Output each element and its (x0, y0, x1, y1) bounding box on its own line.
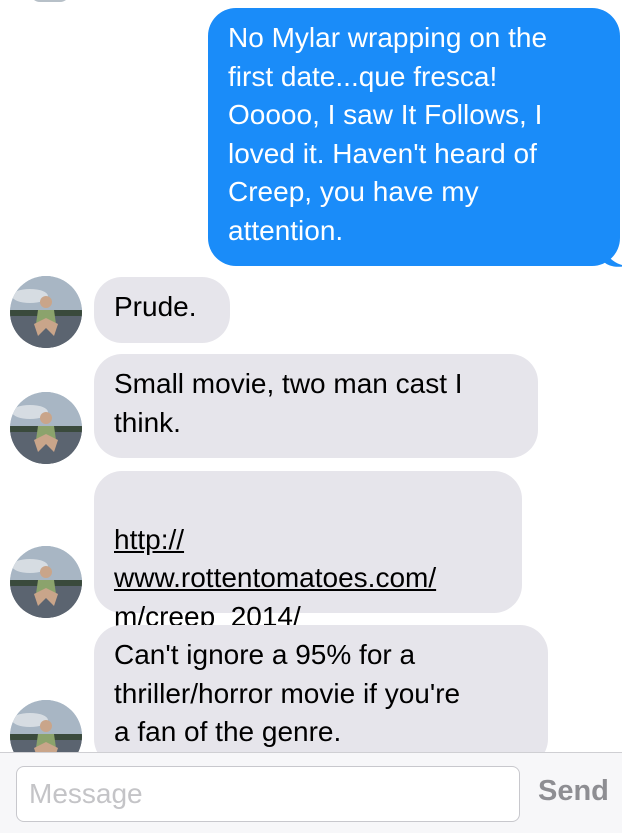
message-input[interactable] (16, 766, 520, 822)
incoming-message-bubble[interactable]: Small movie, two man cast I think. (94, 354, 538, 458)
contact-photo-icon (10, 546, 82, 618)
conversation-view[interactable]: No Mylar wrapping on the first date...qu… (0, 0, 622, 752)
contact-avatar[interactable] (10, 546, 82, 618)
contact-photo-icon (10, 276, 82, 348)
contact-avatar[interactable] (10, 276, 82, 348)
send-button[interactable]: Send (538, 775, 609, 808)
avatar-edge (30, 0, 70, 2)
outgoing-bubble-tail (604, 250, 622, 267)
contact-avatar[interactable] (10, 392, 82, 464)
contact-avatar[interactable] (10, 700, 82, 752)
message-link[interactable]: http:// www.rottentomatoes.com/ m/creep_… (114, 524, 436, 632)
incoming-link-bubble[interactable]: http:// www.rottentomatoes.com/ m/creep_… (94, 471, 522, 632)
contact-photo-icon (10, 392, 82, 464)
incoming-message-bubble[interactable]: Can't ignore a 95% for a thriller/horror… (94, 625, 548, 752)
incoming-message-bubble[interactable]: Prude. (94, 277, 230, 343)
compose-bar: Send (0, 752, 622, 833)
outgoing-message-bubble[interactable]: No Mylar wrapping on the first date...qu… (208, 8, 620, 266)
contact-photo-icon (10, 700, 82, 752)
